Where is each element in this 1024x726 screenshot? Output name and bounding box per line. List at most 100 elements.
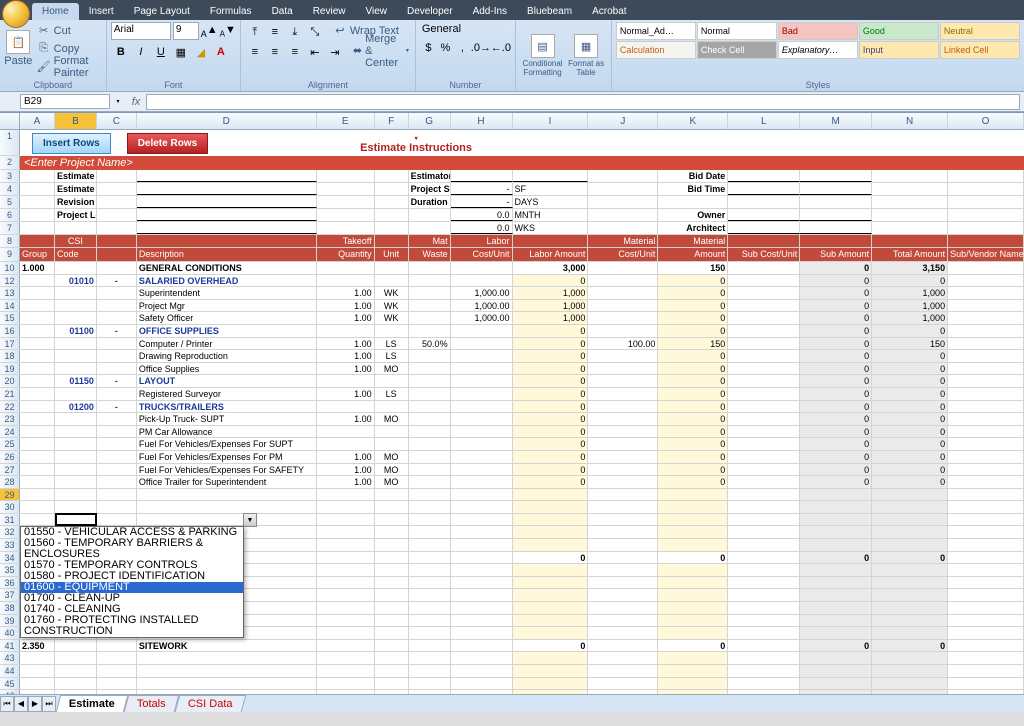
cell[interactable] [20, 489, 55, 501]
cell[interactable] [588, 170, 658, 182]
cell[interactable]: SALARIED OVERHEAD [137, 275, 317, 287]
cell[interactable] [451, 552, 513, 564]
col-header-O[interactable]: O [948, 113, 1024, 129]
cell[interactable] [728, 539, 800, 551]
ribbon-tab-add-ins[interactable]: Add-Ins [463, 3, 517, 20]
cell[interactable]: SF [513, 183, 589, 195]
cell[interactable] [658, 577, 728, 589]
cell[interactable] [513, 170, 589, 182]
cell[interactable] [728, 426, 800, 438]
cell[interactable]: 1,000 [872, 287, 948, 299]
col-header-J[interactable]: J [588, 113, 658, 129]
cell[interactable] [948, 652, 1024, 664]
cell[interactable] [728, 388, 800, 400]
cell[interactable]: 0 [658, 325, 728, 337]
cell[interactable] [800, 514, 872, 526]
tab-nav-first[interactable]: ⏮ [0, 696, 14, 712]
cell[interactable] [451, 363, 513, 375]
cell[interactable] [55, 476, 97, 488]
cell[interactable] [588, 222, 658, 234]
cell[interactable] [97, 388, 137, 400]
cell[interactable]: Office Trailer for Superintendent [137, 476, 317, 488]
cell[interactable] [55, 489, 97, 501]
cell[interactable]: - [451, 183, 513, 195]
cell[interactable] [728, 552, 800, 564]
cell[interactable]: 1,000 [513, 312, 589, 324]
cell[interactable] [588, 476, 658, 488]
cell[interactable] [728, 222, 800, 234]
cell[interactable] [658, 526, 728, 538]
col-header-E[interactable]: E [317, 113, 375, 129]
cell[interactable] [97, 287, 137, 299]
cell[interactable]: 0 [513, 426, 589, 438]
cell[interactable]: 1,000.00 [451, 287, 513, 299]
cell[interactable] [728, 287, 800, 299]
cell[interactable]: 1.00 [317, 388, 375, 400]
cell[interactable]: 0 [658, 451, 728, 463]
row-header[interactable]: 18 [0, 350, 20, 362]
cell[interactable] [800, 196, 872, 208]
cell-style-option[interactable]: Bad [778, 22, 858, 40]
ribbon-tab-review[interactable]: Review [303, 3, 356, 20]
cell[interactable]: LS [375, 338, 409, 350]
cell[interactable]: 100.00 [588, 338, 658, 350]
cell[interactable]: 0 [513, 401, 589, 413]
row-header[interactable]: 10 [0, 262, 20, 274]
sheet-tab-totals[interactable]: Totals [124, 695, 179, 712]
cell[interactable] [409, 577, 451, 589]
cell[interactable] [20, 514, 55, 526]
cell[interactable] [317, 426, 375, 438]
cell[interactable]: WKS [513, 222, 589, 234]
row-header[interactable]: 25 [0, 438, 20, 450]
cell[interactable] [20, 476, 55, 488]
cell[interactable]: 0 [800, 476, 872, 488]
cell[interactable] [513, 665, 589, 677]
cell[interactable] [588, 438, 658, 450]
cell[interactable]: 0 [800, 338, 872, 350]
cell[interactable] [55, 501, 97, 513]
cell[interactable]: 0 [800, 262, 872, 274]
cell[interactable] [97, 248, 137, 261]
cell[interactable]: 0 [800, 413, 872, 425]
cell[interactable]: GENERAL CONDITIONS [137, 262, 317, 274]
tab-nav-prev[interactable]: ◀ [14, 696, 28, 712]
cell[interactable] [375, 235, 409, 247]
cell[interactable] [800, 170, 872, 182]
cell[interactable] [451, 388, 513, 400]
cell[interactable] [800, 665, 872, 677]
cell[interactable] [588, 275, 658, 287]
cell[interactable] [317, 552, 375, 564]
cell[interactable] [728, 413, 800, 425]
cell[interactable] [872, 183, 948, 195]
cell[interactable] [948, 222, 1024, 234]
cell[interactable]: 0 [658, 300, 728, 312]
cell[interactable] [317, 665, 375, 677]
cell[interactable] [55, 262, 97, 274]
cell[interactable] [728, 262, 800, 274]
cell[interactable] [658, 615, 728, 627]
cell[interactable]: 1.00 [317, 312, 375, 324]
cell[interactable] [451, 602, 513, 614]
cell[interactable] [728, 375, 800, 387]
cell[interactable]: CSI [55, 235, 97, 247]
cell[interactable] [20, 235, 55, 247]
cell[interactable] [375, 183, 409, 195]
row-header[interactable]: 6 [0, 209, 20, 221]
cell[interactable] [317, 640, 375, 652]
cell[interactable] [948, 476, 1024, 488]
cell[interactable] [948, 375, 1024, 387]
cell[interactable] [97, 196, 137, 208]
cell[interactable] [948, 426, 1024, 438]
cell[interactable] [728, 438, 800, 450]
cell[interactable] [872, 489, 948, 501]
row-header[interactable]: 41 [0, 640, 20, 652]
cell[interactable]: 0 [872, 451, 948, 463]
cell[interactable] [97, 209, 137, 221]
cell[interactable]: 1.00 [317, 338, 375, 350]
cell[interactable] [20, 464, 55, 476]
cell[interactable]: 0 [658, 363, 728, 375]
cell[interactable]: 0.0 [451, 209, 513, 221]
cell[interactable] [948, 678, 1024, 690]
cell[interactable]: 0.0 [451, 222, 513, 234]
cell[interactable]: 0 [658, 401, 728, 413]
